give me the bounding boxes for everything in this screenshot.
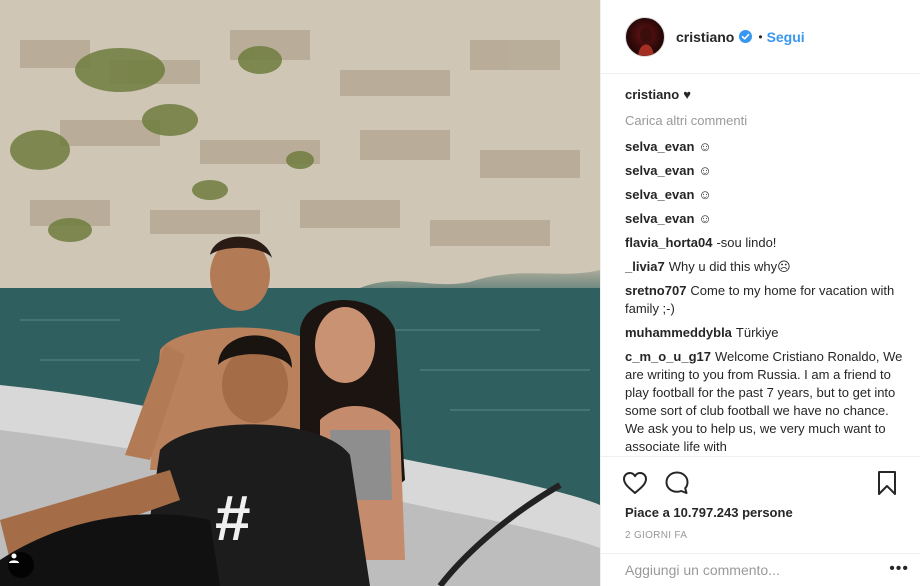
comment-bubble-icon[interactable] xyxy=(663,469,691,497)
comment-input[interactable] xyxy=(625,562,825,578)
comment-username[interactable]: selva_evan xyxy=(625,187,694,202)
comment-text: -sou lindo! xyxy=(716,235,777,250)
comment-text: ☺ xyxy=(698,211,712,226)
comment-item: flavia_horta04 -sou lindo! xyxy=(625,234,903,252)
username[interactable]: cristiano xyxy=(676,29,734,45)
separator-dot: • xyxy=(758,29,763,44)
comment-text: Why u did this why☹ xyxy=(668,259,791,274)
comment-username[interactable]: sretno707 xyxy=(625,283,686,298)
photo-illustration: # xyxy=(0,0,600,586)
comment-item: c_m_o_u_g17 Welcome Cristiano Ronaldo, We… xyxy=(625,348,903,456)
comment-username[interactable]: flavia_horta04 xyxy=(625,235,712,250)
comment-text: ☺ xyxy=(698,187,712,202)
post-photo[interactable]: # xyxy=(0,0,600,586)
post-date: 2 GIORNI FA xyxy=(625,530,688,541)
user-tag-icon[interactable] xyxy=(8,552,34,578)
caption-text: ♥ xyxy=(683,87,691,102)
comment-text: Türkiye xyxy=(735,325,779,340)
comment-username[interactable]: _livia7 xyxy=(625,259,665,274)
post-caption: cristiano ♥ xyxy=(625,86,903,104)
comment-text: ☺ xyxy=(698,163,712,178)
heart-icon[interactable] xyxy=(621,469,649,497)
likes-count[interactable]: Piace a 10.797.243 persone xyxy=(621,505,901,520)
bookmark-icon[interactable] xyxy=(873,469,901,497)
comment-item: selva_evan ☺ xyxy=(625,162,903,180)
comment-item: selva_evan ☺ xyxy=(625,210,903,228)
comment-item: _livia7 Why u did this why☹ xyxy=(625,258,903,276)
comment-username[interactable]: selva_evan xyxy=(625,163,694,178)
comments-list: cristiano ♥ Carica altri commenti selva_e… xyxy=(625,86,903,456)
comment-text: Welcome Cristiano Ronaldo, We are writin… xyxy=(625,349,903,454)
comment-username[interactable]: selva_evan xyxy=(625,211,694,226)
comment-item: muhammeddybla Türkiye xyxy=(625,324,903,342)
comment-item: selva_evan ☺ xyxy=(625,186,903,204)
post-actions: Piace a 10.797.243 persone 2 GIORNI FA xyxy=(601,456,920,541)
comment-item: sretno707 Come to my home for vacation wi… xyxy=(625,282,903,318)
avatar[interactable] xyxy=(625,16,665,57)
post-header: cristiano • Segui xyxy=(601,0,920,74)
load-more-comments-link[interactable]: Carica altri commenti xyxy=(625,112,903,130)
verified-badge-icon xyxy=(739,30,753,43)
comment-username[interactable]: selva_evan xyxy=(625,139,694,154)
comment-text: ☺ xyxy=(698,139,712,154)
comment-username[interactable]: muhammeddybla xyxy=(625,325,732,340)
comment-username[interactable]: c_m_o_u_g17 xyxy=(625,349,711,364)
add-comment-bar: ••• xyxy=(601,553,920,586)
post-side-panel: cristiano • Segui cristiano ♥ Carica altr… xyxy=(600,0,920,586)
caption-username[interactable]: cristiano xyxy=(625,87,679,102)
more-options-icon[interactable]: ••• xyxy=(889,560,909,578)
action-bar xyxy=(621,463,901,503)
comment-item: selva_evan ☺ xyxy=(625,138,903,156)
follow-button[interactable]: Segui xyxy=(767,29,805,45)
svg-text:#: # xyxy=(215,482,251,554)
